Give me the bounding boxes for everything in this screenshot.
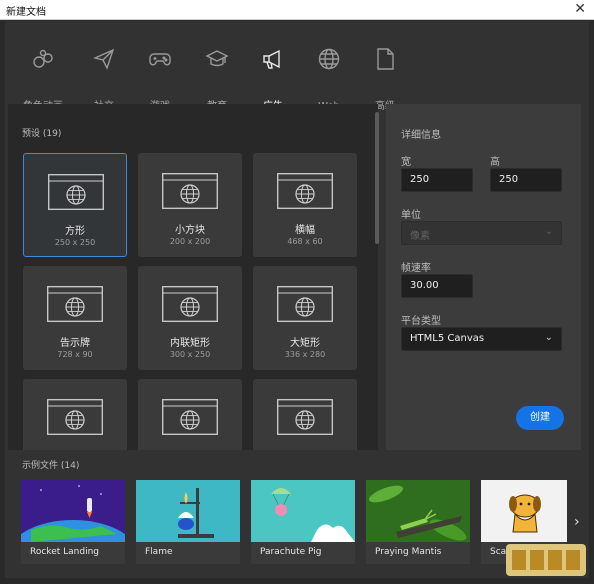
preset-dimensions: 250 x 250 bbox=[54, 238, 96, 247]
category-social[interactable]: 社交 bbox=[76, 43, 132, 112]
sample-flame[interactable]: Flame bbox=[136, 480, 240, 564]
details-title: 详细信息 bbox=[401, 130, 441, 141]
globe-icon bbox=[317, 47, 341, 71]
browser-window-icon bbox=[277, 399, 333, 435]
window-title: 新建文档 bbox=[6, 7, 46, 18]
browser-window-icon bbox=[47, 399, 103, 435]
praying-mantis-thumbnail bbox=[366, 480, 470, 542]
preset-name: 告示牌 bbox=[60, 338, 90, 349]
sample-name: Flame bbox=[145, 547, 173, 557]
width-field[interactable]: 250 bbox=[401, 168, 473, 192]
close-icon[interactable]: ✕ bbox=[574, 1, 586, 17]
sample-praying-mantis[interactable]: Praying Mantis bbox=[366, 480, 470, 564]
unit-value: 像素 bbox=[410, 231, 430, 242]
unit-select: 像素 ⌄ bbox=[401, 221, 562, 245]
preset-tile[interactable] bbox=[138, 379, 242, 450]
presets-panel: 预设 (19) 方形 250 x 250 小方块 200 x 200 横幅 468 x 6… bbox=[8, 104, 378, 450]
browser-window-icon bbox=[162, 399, 218, 435]
browser-window-icon bbox=[162, 173, 218, 209]
framerate-field[interactable]: 30.00 bbox=[401, 274, 473, 298]
samples-title: 示例文件 (14) bbox=[22, 461, 80, 471]
browser-window-icon bbox=[277, 173, 333, 209]
preset-tile[interactable] bbox=[253, 379, 357, 450]
watermark-logo bbox=[506, 544, 586, 576]
height-field[interactable]: 250 bbox=[490, 168, 562, 192]
details-panel: 详细信息 宽 250 高 250 单位 像素 ⌄ 帧速率 30.00 平台类型 … bbox=[386, 104, 581, 450]
preset-tile[interactable]: 内联矩形 300 x 250 bbox=[138, 266, 242, 370]
sample-rocket-landing[interactable]: Rocket Landing bbox=[21, 480, 125, 564]
preset-tile[interactable] bbox=[23, 379, 127, 450]
framerate-label: 帧速率 bbox=[401, 263, 431, 274]
sample-name: Praying Mantis bbox=[375, 547, 442, 557]
chevron-down-icon: ⌄ bbox=[544, 226, 553, 237]
presets-title: 预设 (19) bbox=[22, 129, 62, 139]
preset-tile[interactable]: 大矩形 336 x 280 bbox=[253, 266, 357, 370]
sample-parachute-pig[interactable]: Parachute Pig bbox=[251, 480, 355, 564]
category-advertising[interactable]: 广告 bbox=[245, 43, 301, 123]
platform-select[interactable]: HTML5 Canvas ⌄ bbox=[401, 327, 562, 351]
rocket-landing-thumbnail bbox=[21, 480, 125, 542]
category-bar: 角色动画 社交 游戏 教育 bbox=[5, 21, 589, 123]
platform-value: HTML5 Canvas bbox=[410, 333, 485, 344]
preset-name: 内联矩形 bbox=[170, 338, 210, 349]
dog-thumbnail bbox=[481, 480, 567, 542]
preset-dimensions: 300 x 250 bbox=[169, 350, 211, 359]
create-button[interactable]: 创建 bbox=[516, 406, 564, 430]
preset-tile[interactable]: 方形 250 x 250 bbox=[23, 153, 127, 257]
preset-dimensions: 200 x 200 bbox=[169, 237, 211, 246]
browser-window-icon bbox=[277, 286, 333, 322]
preset-dimensions: 468 x 60 bbox=[287, 237, 323, 246]
category-games[interactable]: 游戏 bbox=[132, 43, 188, 112]
title-bar: 新建文档 ✕ bbox=[0, 0, 594, 20]
chevron-down-icon: ⌄ bbox=[544, 332, 553, 343]
category-advanced[interactable]: 高级 bbox=[357, 43, 413, 112]
chevron-right-icon[interactable]: › bbox=[574, 514, 580, 530]
graduation-cap-icon bbox=[205, 47, 229, 71]
unit-label: 单位 bbox=[401, 210, 421, 221]
presets-scrollbar[interactable] bbox=[375, 112, 379, 244]
preset-name: 小方块 bbox=[175, 225, 205, 236]
width-label: 宽 bbox=[401, 157, 411, 168]
preset-tile[interactable]: 横幅 468 x 60 bbox=[253, 153, 357, 257]
preset-dimensions: 336 x 280 bbox=[284, 350, 326, 359]
browser-window-icon bbox=[162, 286, 218, 322]
platform-label: 平台类型 bbox=[401, 316, 441, 327]
preset-name: 横幅 bbox=[295, 225, 315, 236]
paper-plane-icon bbox=[92, 47, 116, 71]
preset-name: 大矩形 bbox=[290, 338, 320, 349]
sample-name: Rocket Landing bbox=[30, 547, 99, 557]
preset-tile[interactable]: 告示牌 728 x 90 bbox=[23, 266, 127, 370]
category-web[interactable]: Web bbox=[301, 43, 357, 112]
browser-window-icon bbox=[48, 174, 104, 210]
height-label: 高 bbox=[490, 157, 500, 168]
parachute-pig-thumbnail bbox=[251, 480, 355, 542]
character-animation-icon bbox=[31, 47, 55, 71]
category-education[interactable]: 教育 bbox=[189, 43, 245, 112]
gamepad-icon bbox=[148, 47, 172, 71]
browser-window-icon bbox=[47, 286, 103, 322]
sample-name: Parachute Pig bbox=[260, 547, 322, 557]
megaphone-icon bbox=[261, 47, 285, 71]
category-character-animation[interactable]: 角色动画 bbox=[15, 43, 71, 112]
flame-thumbnail bbox=[136, 480, 240, 542]
preset-name: 方形 bbox=[65, 226, 85, 237]
document-icon bbox=[373, 47, 397, 71]
preset-dimensions: 728 x 90 bbox=[57, 350, 93, 359]
preset-tile[interactable]: 小方块 200 x 200 bbox=[138, 153, 242, 257]
